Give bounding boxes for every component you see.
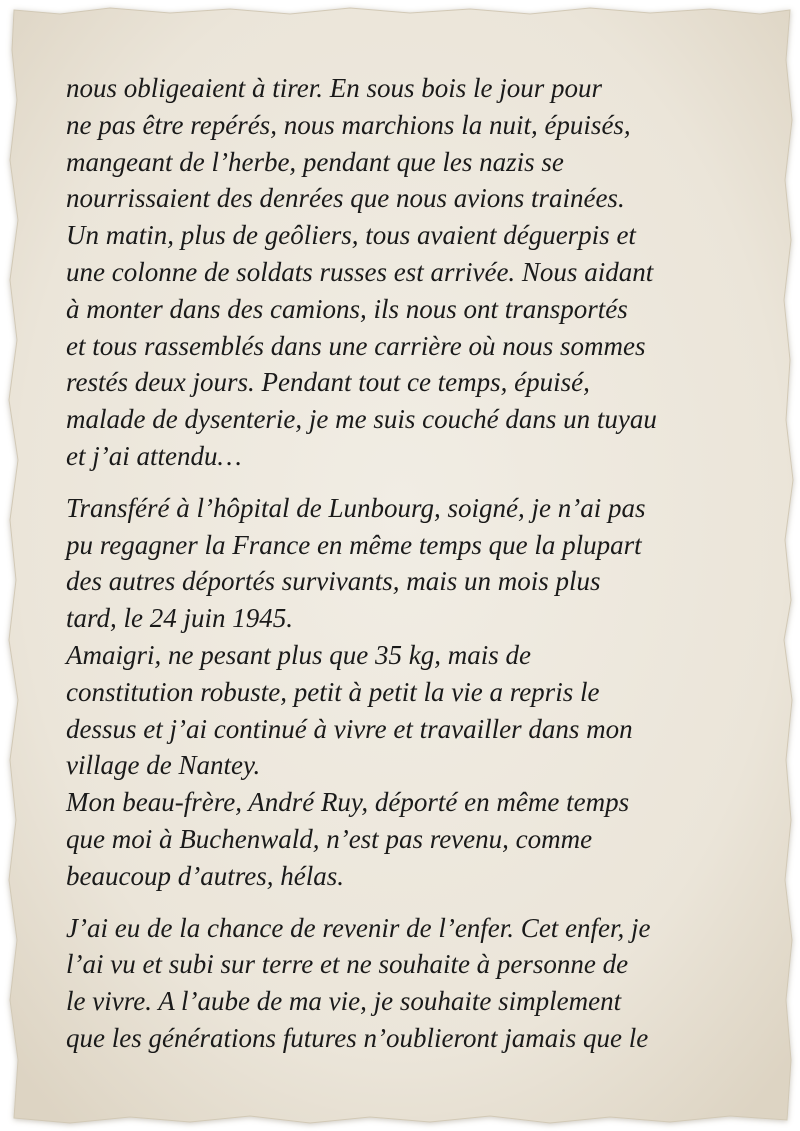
text-line: dessus et j’ai continué à vivre et trava…: [66, 713, 633, 744]
text-line: beaucoup d’autres, hélas.: [66, 860, 344, 891]
text-line: malade de dysenterie, je me suis couché …: [66, 404, 657, 435]
text-line: une colonne de soldats russes est arrivé…: [66, 256, 654, 287]
text-line: des autres déportés survivants, mais un …: [66, 566, 601, 597]
text-line: à monter dans des camions, ils nous ont …: [66, 293, 628, 324]
page: nous obligeaient à tirer. En sous bois l…: [0, 0, 800, 1131]
text-line: et tous rassemblés dans une carrière où …: [66, 330, 646, 361]
text-line: Un matin, plus de geôliers, tous avaient…: [66, 220, 636, 251]
text-line: Amaigri, ne pesant plus que 35 kg, mais …: [66, 639, 531, 670]
text-line: nous obligeaient à tirer. En sous bois l…: [66, 73, 603, 103]
text-line: pu regagner la France en même temps que …: [66, 529, 642, 560]
text-line: que les générations futures n’oublieront…: [66, 1022, 649, 1053]
text-line: nourrissaient des denrées que nous avion…: [66, 183, 625, 214]
text-line: Transféré à l’hôpital de Lunbourg, soign…: [66, 492, 646, 523]
paragraph-2: Transféré à l’hôpital de Lunbourg, soign…: [66, 490, 756, 895]
text-line: tard, le 24 juin 1945.: [66, 603, 293, 634]
text-line: et j’ai attendu…: [66, 440, 242, 471]
paragraph-1: nous obligeaient à tirer. En sous bois l…: [66, 70, 756, 475]
text-line: le vivre. A l’aube de ma vie, je souhait…: [66, 986, 622, 1017]
paragraph-3: J’ai eu de la chance de revenir de l’enf…: [66, 910, 756, 1057]
text-line: que moi à Buchenwald, n’est pas revenu, …: [66, 823, 593, 854]
text-line: l’ai vu et subi sur terre et ne souhaite…: [66, 949, 629, 980]
text-line: mangeant de l’herbe, pendant que les naz…: [66, 146, 564, 177]
text-line: ne pas être repérés, nous marchions la n…: [66, 109, 631, 140]
text-line: Mon beau-frère, André Ruy, déporté en mê…: [66, 787, 630, 818]
text-line: restés deux jours. Pendant tout ce temps…: [66, 367, 590, 398]
text-line: J’ai eu de la chance de revenir de l’enf…: [66, 912, 651, 943]
letter-text: nous obligeaient à tirer. En sous bois l…: [66, 70, 756, 1072]
text-line: village de Nantey.: [66, 750, 261, 781]
text-line: constitution robuste, petit à petit la v…: [66, 676, 600, 707]
